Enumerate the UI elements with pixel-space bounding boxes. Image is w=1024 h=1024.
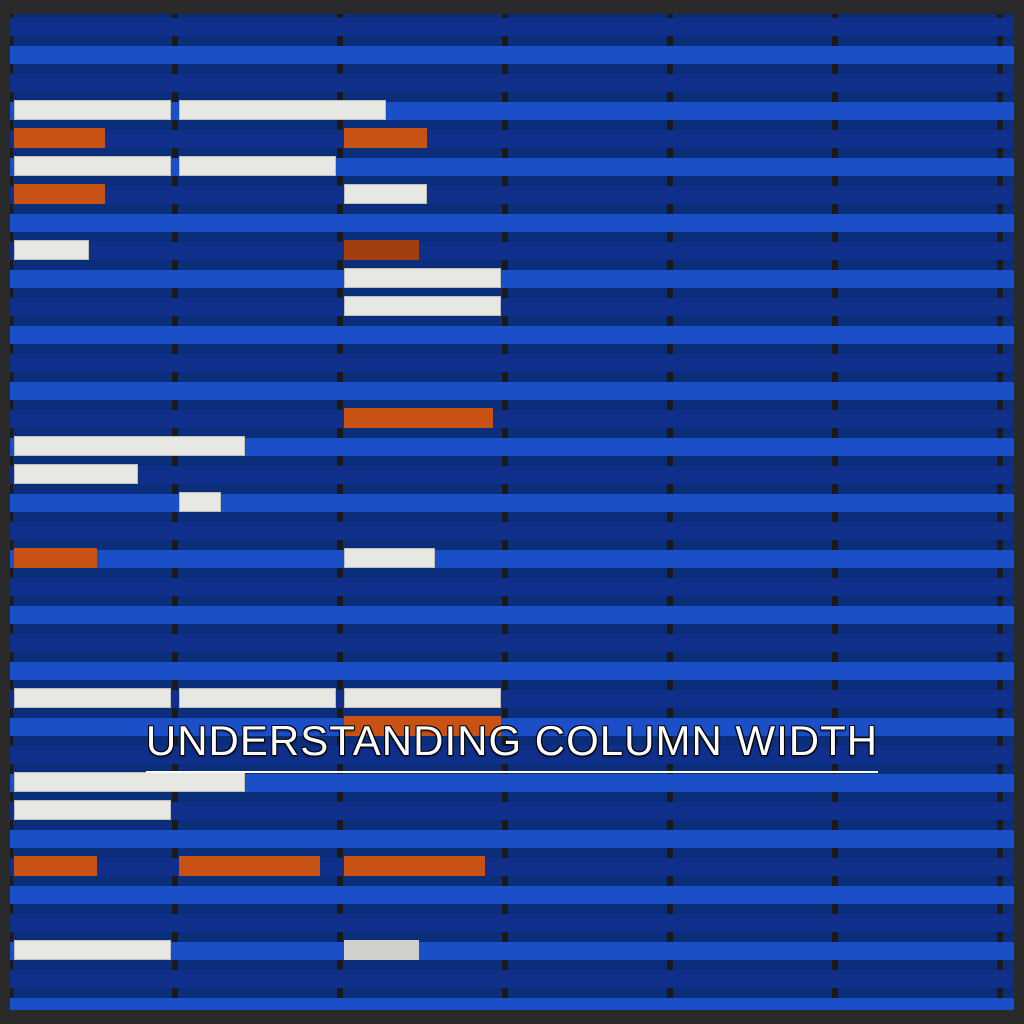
highlight-cell [14, 940, 171, 960]
highlight-cell [14, 184, 105, 204]
highlight-cell [14, 688, 171, 708]
grid-row [10, 74, 1014, 92]
grid-row [10, 914, 1014, 932]
highlight-cell [14, 156, 171, 176]
highlight-cell [14, 128, 105, 148]
highlight-cell [344, 240, 419, 260]
highlight-cell [344, 184, 427, 204]
grid-row [10, 858, 1014, 876]
grid-row [10, 214, 1014, 232]
highlight-cell [344, 296, 501, 316]
grid-row [10, 970, 1014, 988]
highlight-cell [179, 492, 221, 512]
highlight-cell [14, 240, 89, 260]
grid-row [10, 494, 1014, 512]
grid-row [10, 354, 1014, 372]
grid-row [10, 466, 1014, 484]
grid-row [10, 382, 1014, 400]
highlight-cell [14, 436, 245, 456]
border-top [0, 0, 1024, 14]
spreadsheet-grid [10, 14, 1014, 1010]
grid-row [10, 18, 1014, 36]
grid-row [10, 326, 1014, 344]
grid-row [10, 522, 1014, 540]
highlight-cell [14, 548, 97, 568]
highlight-cell [14, 100, 171, 120]
border-left [0, 0, 10, 1024]
highlight-cell [344, 856, 485, 876]
page-title: Understanding Column Width [146, 717, 878, 773]
illustration-frame: Understanding Column Width [0, 0, 1024, 1024]
highlight-cell [344, 688, 501, 708]
highlight-cell [179, 856, 320, 876]
highlight-cell [14, 464, 138, 484]
highlight-cell [344, 548, 435, 568]
highlight-cell [14, 772, 245, 792]
highlight-cell [179, 100, 386, 120]
border-right [1014, 0, 1024, 1024]
grid-row [10, 130, 1014, 148]
grid-row [10, 46, 1014, 64]
highlight-cell [179, 156, 336, 176]
highlight-cell [344, 128, 427, 148]
grid-row [10, 606, 1014, 624]
highlight-cell [14, 856, 97, 876]
grid-row [10, 186, 1014, 204]
grid-row [10, 242, 1014, 260]
grid-row [10, 578, 1014, 596]
border-bottom [0, 1010, 1024, 1024]
grid-row [10, 298, 1014, 316]
highlight-cell [344, 268, 501, 288]
highlight-cell [344, 940, 419, 960]
grid-row [10, 550, 1014, 568]
grid-row [10, 270, 1014, 288]
grid-row [10, 662, 1014, 680]
grid-row [10, 410, 1014, 428]
grid-row [10, 886, 1014, 904]
title-container: Understanding Column Width [0, 715, 1024, 775]
highlight-cell [344, 408, 493, 428]
highlight-cell [179, 688, 336, 708]
highlight-cell [14, 800, 171, 820]
grid-row [10, 830, 1014, 848]
grid-row [10, 634, 1014, 652]
